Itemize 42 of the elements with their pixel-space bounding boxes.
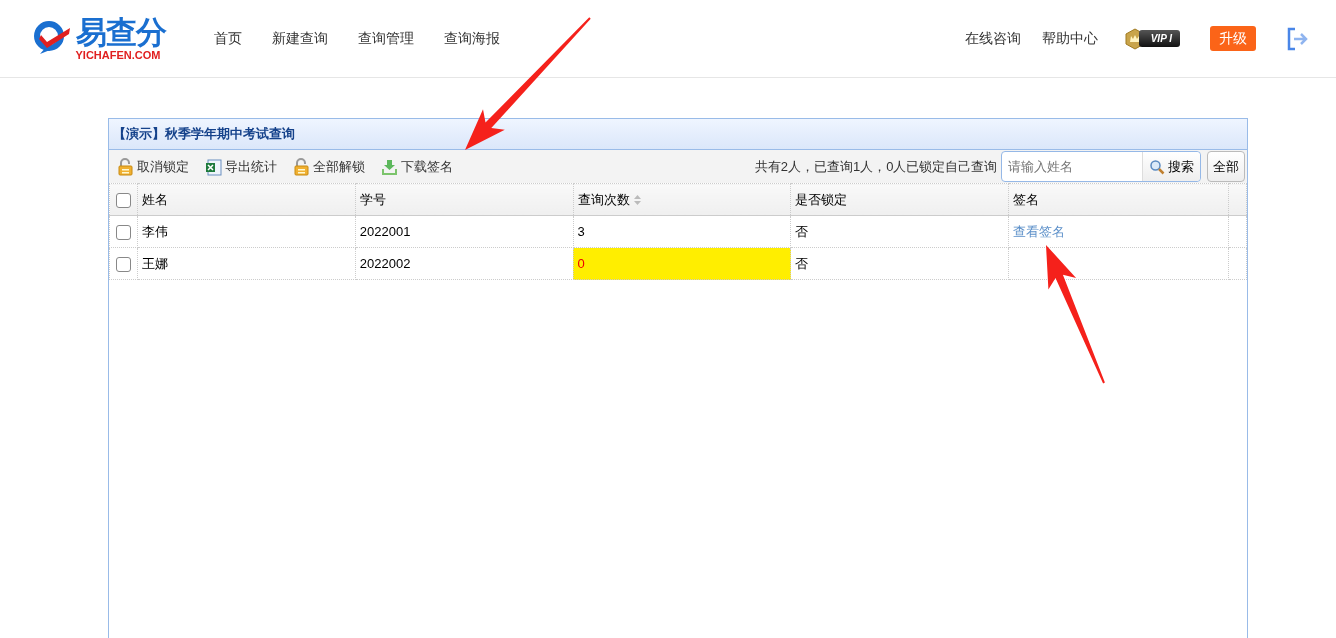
logout-icon[interactable] <box>1286 26 1308 51</box>
summary-text: 共有2人，已查询1人，0人已锁定自己查询 <box>754 157 998 176</box>
download-icon <box>381 157 398 176</box>
sort-icon[interactable] <box>632 193 642 206</box>
checkbox[interactable] <box>116 256 131 272</box>
table-cell: 2022002 <box>359 255 411 271</box>
search-button[interactable]: 搜索 <box>1142 152 1200 181</box>
toolbar-button[interactable]: 导出统计 <box>205 156 285 177</box>
nav-link[interactable]: 查询管理 <box>357 28 414 49</box>
checkbox[interactable] <box>116 224 131 240</box>
view-signature-link[interactable]: 查看签名 <box>1013 223 1066 239</box>
toolbar-button[interactable]: 全部解锁 <box>293 156 373 177</box>
column-header: 姓名 <box>142 190 168 209</box>
search-field[interactable]: 请输入姓名 搜索 <box>1001 151 1201 182</box>
logo-text: 易查分 <box>75 16 166 48</box>
nav-link[interactable]: 在线咨询 <box>964 28 1021 49</box>
nav-link[interactable]: 查询海报 <box>443 28 500 49</box>
logo-domain: YICHAFEN.COM <box>75 49 162 61</box>
table-cell: 2022001 <box>359 223 411 239</box>
table-cell: 王娜 <box>142 255 168 271</box>
table-cell: 否 <box>795 255 809 271</box>
lock-icon <box>293 157 310 176</box>
vip-badge: VIP I <box>1138 30 1180 47</box>
nav-link[interactable]: 帮助中心 <box>1041 28 1098 49</box>
toolbar-button[interactable]: 取消锁定 <box>117 156 197 177</box>
column-header: 签名 <box>1013 190 1040 209</box>
column-header[interactable]: 查询次数 <box>577 189 630 210</box>
column-header: 是否锁定 <box>795 190 848 209</box>
table-cell: 0 <box>577 255 585 271</box>
nav-link[interactable]: 首页 <box>213 28 242 49</box>
nav-link[interactable]: 新建查询 <box>271 28 328 49</box>
all-button[interactable]: 全部 <box>1207 151 1245 182</box>
table-cell: 否 <box>795 223 809 239</box>
spreadsheet-icon <box>205 157 222 176</box>
panel-title: 【演示】秋季学年期中考试查询 <box>109 119 1247 150</box>
column-header: 学号 <box>359 190 386 209</box>
lock-icon <box>117 157 134 176</box>
toolbar-button[interactable]: 下载签名 <box>381 156 461 177</box>
table-cell: 3 <box>577 223 585 239</box>
checkbox[interactable] <box>116 192 131 208</box>
search-icon <box>1149 158 1165 175</box>
table-cell: 李伟 <box>142 223 168 239</box>
